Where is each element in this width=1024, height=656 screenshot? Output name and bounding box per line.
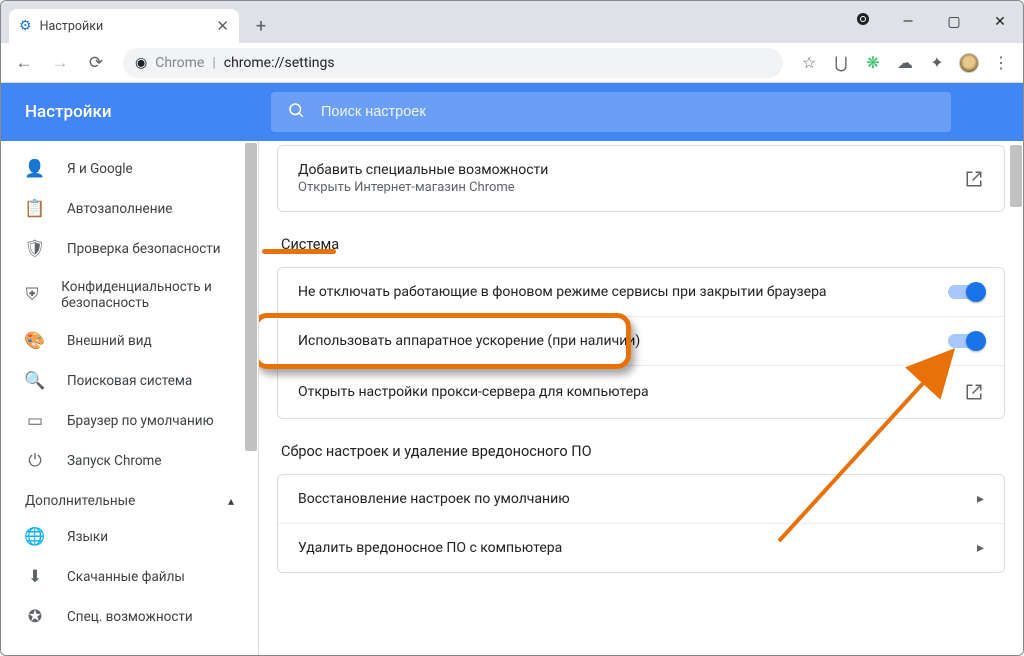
omnibox-url: chrome://settings: [224, 55, 335, 71]
settings-search[interactable]: [271, 92, 951, 132]
sidebar-item-label: Внешний вид: [67, 333, 152, 349]
sidebar-item-label: Браузер по умолчанию: [67, 413, 214, 429]
add-accessibility-row[interactable]: Добавить специальные возможности Открыть…: [278, 146, 1004, 211]
reset-section-heading: Сброс настроек и удаление вредоносного П…: [281, 443, 1001, 460]
tab-icon: ▭: [25, 411, 45, 431]
reset-card: Восстановление настроек по умолчанию ▸ У…: [277, 474, 1005, 573]
close-window-button[interactable]: ✕: [977, 1, 1023, 43]
sidebar-item-downloads[interactable]: ⬇ Скачанные файлы: [1, 557, 258, 597]
search-icon: 🔍: [25, 371, 45, 391]
kebab-menu-icon[interactable]: ⋮: [987, 49, 1015, 77]
bookmark-star-icon[interactable]: ☆: [795, 49, 823, 77]
settings-main[interactable]: Добавить специальные возможности Открыть…: [259, 141, 1023, 655]
omnibox-origin-label: Chrome: [155, 55, 204, 71]
power-icon: ⏻: [25, 451, 45, 471]
proxy-settings-row[interactable]: Открыть настройки прокси-сервера для ком…: [278, 365, 1004, 418]
background-apps-toggle[interactable]: [948, 285, 984, 299]
back-button[interactable]: ←: [9, 48, 39, 78]
row-label: Не отключать работающие в фоновом режиме…: [298, 284, 827, 300]
sidebar-item-accessibility[interactable]: ✪ Спец. возможности: [1, 597, 258, 637]
new-tab-button[interactable]: +: [247, 12, 275, 40]
settings-header: Настройки: [1, 83, 1023, 141]
reload-button[interactable]: ⟳: [81, 48, 111, 78]
row-title: Добавить специальные возможности: [298, 162, 548, 178]
omnibox-divider: |: [212, 55, 215, 71]
settings-title: Настройки: [1, 102, 271, 122]
maximize-button[interactable]: ▢: [931, 1, 977, 43]
sidebar-group-advanced[interactable]: Дополнительные ▴: [1, 481, 258, 517]
omnibox[interactable]: ◉ Chrome | chrome://settings: [123, 48, 783, 78]
row-label: Удалить вредоносное ПО с компьютера: [298, 540, 562, 556]
sidebar-item-autofill[interactable]: 📋 Автозаполнение: [1, 189, 258, 229]
accessibility-icon: ✪: [25, 607, 45, 627]
gear-icon: ⚙: [19, 18, 32, 34]
clipboard-icon: 📋: [25, 199, 45, 219]
site-info-icon[interactable]: ◉: [135, 55, 147, 71]
download-icon: ⬇: [25, 567, 45, 587]
sidebar-item-startup[interactable]: ⏻ Запуск Chrome: [1, 441, 258, 481]
close-tab-icon[interactable]: ✕: [216, 17, 229, 35]
row-label: Восстановление настроек по умолчанию: [298, 491, 570, 507]
sidebar-item-privacy[interactable]: ⛨ Конфиденциальность и безопасность: [1, 269, 258, 321]
main-scrollbar[interactable]: [1008, 141, 1023, 655]
hardware-acceleration-toggle[interactable]: [948, 334, 984, 348]
system-section-heading: Система: [281, 236, 1001, 253]
sidebar-group-label: Дополнительные: [25, 493, 135, 509]
sidebar-item-default-browser[interactable]: ▭ Браузер по умолчанию: [1, 401, 258, 441]
row-label: Открыть настройки прокси-сервера для ком…: [298, 384, 649, 400]
sidebar-item-label: Скачанные файлы: [67, 569, 185, 585]
chevron-right-icon: ▸: [977, 540, 984, 556]
sidebar-item-label: Поисковая система: [67, 373, 192, 389]
sidebar-item-languages[interactable]: 🌐 Языки: [1, 517, 258, 557]
sidebar-item-profile[interactable]: 👤 Я и Google: [1, 149, 258, 189]
minimize-button[interactable]: —: [885, 1, 931, 43]
open-external-icon: [964, 169, 984, 189]
accessibility-card: Добавить специальные возможности Открыть…: [277, 145, 1005, 212]
cleanup-row[interactable]: Удалить вредоносное ПО с компьютера ▸: [278, 523, 1004, 572]
settings-sidebar[interactable]: 👤 Я и Google 📋 Автозаполнение 🛡 Проверка…: [1, 141, 259, 655]
incognito-indicator-icon: [857, 13, 869, 25]
pocket-icon[interactable]: ⋃: [827, 49, 855, 77]
sidebar-item-label: Конфиденциальность и безопасность: [61, 279, 234, 311]
sidebar-item-label: Спец. возможности: [67, 609, 193, 625]
window-controls: — ▢ ✕: [885, 1, 1023, 43]
row-label: Использовать аппаратное ускорение (при н…: [298, 333, 640, 349]
row-subtitle: Открыть Интернет-магазин Chrome: [298, 180, 548, 195]
open-external-icon: [964, 382, 984, 402]
extensions-icon[interactable]: ✦: [923, 49, 951, 77]
hardware-acceleration-row[interactable]: Использовать аппаратное ускорение (при н…: [278, 316, 1004, 365]
settings-body: 👤 Я и Google 📋 Автозаполнение 🛡 Проверка…: [1, 141, 1023, 655]
sync-icon[interactable]: ☁: [891, 49, 919, 77]
sidebar-item-label: Языки: [67, 529, 108, 545]
annotation-underline: [262, 249, 336, 254]
browser-tab[interactable]: ⚙ Настройки ✕: [9, 9, 239, 43]
sidebar-item-safety-check[interactable]: 🛡 Проверка безопасности: [1, 229, 258, 269]
sidebar-item-appearance[interactable]: 🎨 Внешний вид: [1, 321, 258, 361]
restore-defaults-row[interactable]: Восстановление настроек по умолчанию ▸: [278, 475, 1004, 523]
background-apps-row[interactable]: Не отключать работающие в фоновом режиме…: [278, 268, 1004, 316]
evernote-icon[interactable]: ❋: [859, 49, 887, 77]
profile-avatar[interactable]: [955, 49, 983, 77]
address-bar: ← → ⟳ ◉ Chrome | chrome://settings ☆ ⋃ ❋…: [1, 43, 1023, 83]
toolbar-right: ☆ ⋃ ❋ ☁ ✦ ⋮: [795, 49, 1015, 77]
shield-icon: ⛨: [25, 285, 39, 305]
tab-title: Настройки: [40, 19, 104, 34]
palette-icon: 🎨: [25, 331, 45, 351]
chevron-up-icon: ▴: [228, 494, 234, 508]
sidebar-item-label: Проверка безопасности: [67, 241, 221, 257]
sidebar-item-label: Автозаполнение: [67, 201, 172, 217]
system-card: Не отключать работающие в фоновом режиме…: [277, 267, 1005, 419]
shield-check-icon: 🛡: [25, 239, 45, 259]
search-icon: [287, 101, 305, 123]
settings-search-input[interactable]: [321, 104, 935, 120]
titlebar: ⚙ Настройки ✕ + — ▢ ✕: [1, 1, 1023, 43]
window-frame: ⚙ Настройки ✕ + — ▢ ✕ ← → ⟳ ◉ Chrome | c…: [0, 0, 1024, 656]
sidebar-item-label: Я и Google: [67, 161, 133, 177]
sidebar-item-label: Запуск Chrome: [67, 453, 162, 469]
sidebar-item-search[interactable]: 🔍 Поисковая система: [1, 361, 258, 401]
person-icon: 👤: [25, 159, 45, 179]
chevron-right-icon: ▸: [977, 491, 984, 507]
globe-icon: 🌐: [25, 527, 45, 547]
forward-button[interactable]: →: [45, 48, 75, 78]
